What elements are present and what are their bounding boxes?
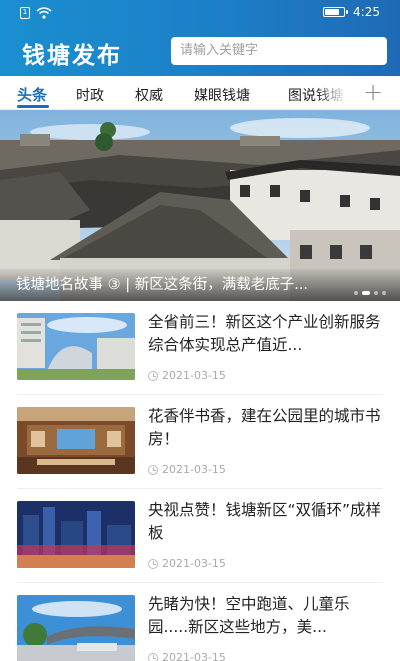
clock-icon [148, 464, 158, 475]
add-tab-button[interactable]: + [358, 79, 388, 107]
news-date-text: 2021-03-15 [162, 463, 226, 476]
news-thumbnail [17, 407, 135, 474]
news-date-text: 2021-03-15 [162, 651, 226, 661]
carousel-dot [374, 291, 378, 295]
banner-caption[interactable]: 钱塘地名故事 ③ | 新区这条街，满载老底子... [0, 269, 400, 301]
tab-politics[interactable]: 时政 [76, 85, 104, 105]
news-title[interactable]: 央视点赞！钱塘新区“双循环”成样板 [148, 499, 386, 545]
tab-media-qiantang[interactable]: 媒眼钱塘 [194, 85, 250, 105]
wifi-icon [36, 7, 52, 19]
app-header: 1 4:25 钱塘发布 [0, 0, 400, 76]
news-item[interactable]: 花香伴书香，建在公园里的城市书房！ 2021-03-15 [0, 395, 400, 489]
news-thumbnail [17, 501, 135, 568]
category-tabs: 头条 时政 权威 媒眼钱塘 图说钱塘 + [0, 76, 400, 110]
news-thumbnail [17, 313, 135, 380]
carousel-dot [382, 291, 386, 295]
banner-carousel[interactable]: 钱塘地名故事 ③ | 新区这条街，满载老底子... [0, 110, 400, 301]
status-left: 1 [20, 7, 52, 19]
carousel-dots [354, 291, 386, 295]
clock-icon [148, 370, 158, 381]
news-date: 2021-03-15 [148, 463, 226, 476]
tabs-fade [316, 76, 352, 109]
news-date-text: 2021-03-15 [162, 557, 226, 570]
status-time: 4:25 [353, 5, 380, 19]
search-box[interactable] [171, 37, 387, 65]
tab-authority[interactable]: 权威 [135, 85, 163, 105]
news-item[interactable]: 央视点赞！钱塘新区“双循环”成样板 2021-03-15 [0, 489, 400, 583]
carousel-dot-active [362, 291, 370, 295]
clock-icon [148, 558, 158, 569]
carousel-dot [354, 291, 358, 295]
status-right: 4:25 [323, 5, 380, 19]
news-title[interactable]: 全省前三！新区这个产业创新服务综合体实现总产值近... [148, 311, 386, 357]
news-date: 2021-03-15 [148, 369, 226, 382]
tab-headlines[interactable]: 头条 [17, 84, 47, 105]
news-item[interactable]: 先睹为快！空中跑道、儿童乐园.....新区这些地方，美... 2021-03-1… [0, 583, 400, 661]
search-input[interactable] [180, 37, 378, 64]
battery-icon [323, 7, 349, 17]
clock-icon [148, 652, 158, 661]
news-item[interactable]: 全省前三！新区这个产业创新服务综合体实现总产值近... 2021-03-15 [0, 301, 400, 395]
news-list: 全省前三！新区这个产业创新服务综合体实现总产值近... 2021-03-15 花… [0, 301, 400, 661]
sim-icon: 1 [20, 7, 30, 19]
news-title[interactable]: 花香伴书香，建在公园里的城市书房！ [148, 405, 386, 451]
active-tab-indicator [17, 105, 49, 108]
news-thumbnail [17, 595, 135, 661]
app-title: 钱塘发布 [22, 42, 122, 69]
news-title[interactable]: 先睹为快！空中跑道、儿童乐园.....新区这些地方，美... [148, 593, 386, 639]
status-bar: 1 4:25 [0, 0, 400, 26]
news-date: 2021-03-15 [148, 651, 226, 661]
news-date: 2021-03-15 [148, 557, 226, 570]
news-date-text: 2021-03-15 [162, 369, 226, 382]
